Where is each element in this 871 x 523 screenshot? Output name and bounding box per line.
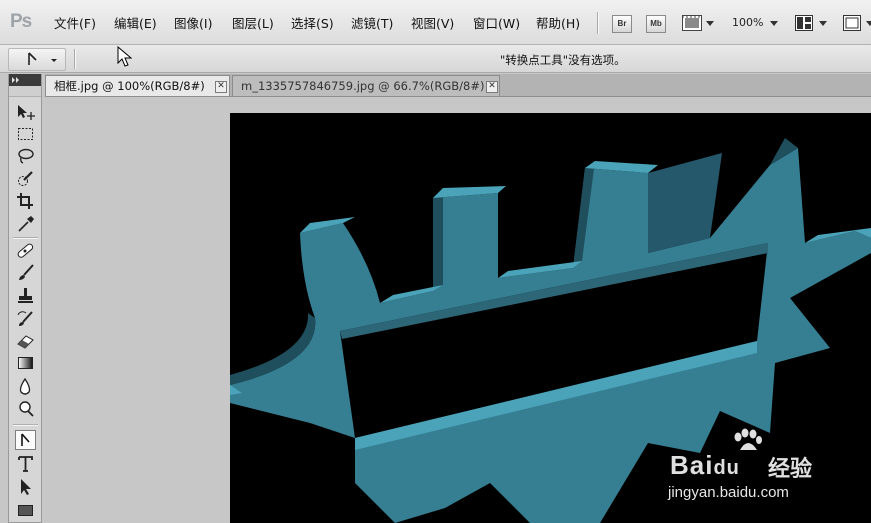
frame-inner-edge bbox=[340, 243, 768, 339]
lasso-tool-icon bbox=[18, 148, 34, 164]
tab-document-1[interactable]: 相框.jpg @ 100%(RGB/8#) ✕ bbox=[45, 75, 230, 96]
toolbox-header[interactable] bbox=[9, 74, 41, 86]
quick-selection-tool-icon bbox=[18, 171, 33, 186]
blur-tool-icon bbox=[19, 377, 31, 395]
toolbox-panel bbox=[8, 74, 42, 523]
menu-filter[interactable]: 滤镜(T) bbox=[351, 15, 393, 33]
convert-point-tool-icon bbox=[28, 52, 57, 65]
arrange-documents-icon bbox=[795, 15, 813, 31]
rectangular-marquee-tool[interactable] bbox=[15, 124, 36, 144]
menu-select[interactable]: 选择(S) bbox=[291, 15, 334, 33]
rectangle-tool-icon bbox=[18, 505, 33, 516]
mini-bridge-button[interactable]: Mb bbox=[646, 15, 666, 33]
tab-document-2[interactable]: m_1335757846759.jpg @ 66.7%(RGB/8#) ✕ bbox=[232, 75, 500, 96]
spot-healing-brush-tool-icon bbox=[17, 243, 34, 258]
clone-stamp-tool-icon bbox=[18, 288, 33, 303]
photoshop-logo: Ps bbox=[10, 11, 32, 32]
document-tab-strip: 相框.jpg @ 100%(RGB/8#) ✕ m_1335757846759.… bbox=[45, 74, 871, 97]
mouse-pointer-icon bbox=[117, 46, 133, 67]
rectangle-tool[interactable] bbox=[15, 500, 36, 520]
path-selection-tool-icon bbox=[21, 479, 31, 495]
convert-point-tool[interactable] bbox=[15, 430, 36, 450]
watermark-brand: Baidu bbox=[670, 450, 740, 481]
blur-tool[interactable] bbox=[15, 377, 36, 397]
zoom-level-select[interactable]: 100% bbox=[732, 16, 763, 29]
film-grid-icon bbox=[682, 15, 702, 31]
clone-stamp-tool[interactable] bbox=[15, 286, 36, 306]
frame-side bbox=[433, 188, 443, 291]
menu-view[interactable]: 视图(V) bbox=[411, 15, 454, 33]
chevron-down-icon[interactable] bbox=[706, 21, 714, 26]
chevron-down-icon[interactable] bbox=[770, 21, 778, 26]
menu-bar: Ps 文件(F) 编辑(E) 图像(I) 图层(L) 选择(S) 滤镜(T) 视… bbox=[0, 0, 871, 45]
convert-point-tool-icon bbox=[21, 433, 30, 446]
chevron-down-icon[interactable] bbox=[866, 21, 871, 26]
dodge-tool-icon bbox=[19, 401, 34, 417]
move-tool-icon bbox=[18, 105, 35, 120]
quick-selection-tool[interactable] bbox=[15, 169, 36, 189]
eraser-tool[interactable] bbox=[15, 331, 36, 351]
dodge-tool[interactable] bbox=[15, 399, 36, 419]
screen-mode-button[interactable] bbox=[843, 15, 861, 31]
tab-label: m_1335757846759.jpg @ 66.7%(RGB/8#) bbox=[241, 79, 485, 93]
eraser-tool-icon bbox=[17, 335, 34, 349]
watermark-product: 经验 bbox=[768, 457, 813, 482]
brush-tool[interactable] bbox=[15, 263, 36, 283]
history-brush-tool[interactable] bbox=[15, 309, 36, 329]
gradient-tool-icon bbox=[18, 357, 33, 369]
menu-separator bbox=[597, 12, 599, 34]
bridge-button[interactable]: Br bbox=[612, 15, 632, 33]
extras-grid-button[interactable] bbox=[682, 15, 702, 31]
watermark-brand-bai: Bai bbox=[670, 450, 714, 480]
tab-label: 相框.jpg @ 100%(RGB/8#) bbox=[54, 79, 205, 93]
arrange-documents-button[interactable] bbox=[795, 15, 813, 31]
eyedropper-tool-icon bbox=[18, 216, 34, 232]
move-tool[interactable] bbox=[15, 102, 36, 122]
close-icon[interactable]: ✕ bbox=[215, 81, 227, 93]
toolbox-separator bbox=[13, 424, 38, 426]
brush-tool-icon bbox=[19, 264, 34, 280]
menu-file[interactable]: 文件(F) bbox=[54, 15, 96, 33]
options-separator bbox=[74, 49, 76, 69]
collapse-arrows-icon bbox=[12, 77, 19, 83]
lasso-tool[interactable] bbox=[15, 146, 36, 166]
history-brush-tool-icon bbox=[17, 311, 33, 326]
screen-mode-icon bbox=[843, 15, 861, 31]
menu-window[interactable]: 窗口(W) bbox=[473, 15, 520, 33]
eyedropper-tool[interactable] bbox=[15, 214, 36, 234]
toolbox-separator bbox=[13, 237, 38, 239]
rectangular-marquee-tool-icon bbox=[18, 128, 33, 140]
crop-tool[interactable] bbox=[15, 191, 36, 211]
toolbox-grip[interactable] bbox=[9, 86, 41, 97]
watermark-brand-du: du bbox=[713, 457, 740, 479]
crop-tool-icon bbox=[17, 193, 33, 209]
options-message: "转换点工具"没有选项。 bbox=[500, 53, 626, 67]
tool-preset-picker[interactable] bbox=[8, 48, 66, 71]
type-tool-icon bbox=[18, 456, 33, 472]
path-selection-tool[interactable] bbox=[15, 477, 36, 497]
spot-healing-brush-tool[interactable] bbox=[15, 241, 36, 261]
menu-layer[interactable]: 图层(L) bbox=[232, 15, 274, 33]
watermark-url: jingyan.baidu.com bbox=[668, 484, 789, 501]
gradient-tool[interactable] bbox=[15, 353, 36, 373]
type-tool[interactable] bbox=[15, 454, 36, 474]
close-icon[interactable]: ✕ bbox=[486, 81, 498, 93]
menu-edit[interactable]: 编辑(E) bbox=[114, 15, 157, 33]
menu-help[interactable]: 帮助(H) bbox=[536, 15, 580, 33]
chevron-down-icon[interactable] bbox=[819, 21, 827, 26]
menu-image[interactable]: 图像(I) bbox=[174, 15, 212, 33]
